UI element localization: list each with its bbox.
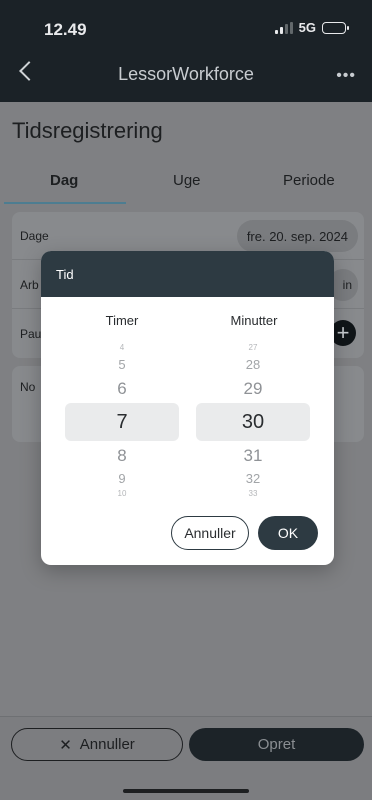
close-icon: ✕	[59, 736, 72, 754]
minute-option[interactable]: 27	[196, 343, 310, 352]
minute-option[interactable]: 32	[196, 471, 310, 486]
top-bar: 12.49 5G LessorWorkforce •••	[0, 0, 372, 102]
work-label: Arb	[20, 278, 39, 292]
minute-option[interactable]: 31	[196, 446, 310, 466]
more-options-icon[interactable]: •••	[336, 67, 356, 85]
days-label: Dage	[20, 229, 49, 243]
hour-option[interactable]: 9	[65, 471, 179, 486]
tab-bar: Dag Uge Periode	[0, 160, 372, 204]
create-button[interactable]: Opret	[189, 728, 364, 761]
hours-column-label: Timer	[105, 313, 139, 328]
signal-icon	[274, 21, 293, 34]
hour-option[interactable]: 10	[65, 489, 179, 498]
dialog-cancel-button[interactable]: Annuller	[171, 516, 249, 550]
app-title: LessorWorkforce	[118, 64, 254, 84]
hours-wheel[interactable]: 4 5 6 7 8 9 10	[65, 341, 179, 501]
minutes-wheel[interactable]: 27 28 29 30 31 32 33	[196, 341, 310, 501]
minute-option[interactable]: 28	[196, 357, 310, 372]
dialog-cancel-label: Annuller	[184, 525, 236, 541]
note-label: No	[20, 380, 36, 394]
hour-option[interactable]: 8	[65, 446, 179, 466]
network-label: 5G	[298, 20, 316, 35]
cancel-button[interactable]: ✕ Annuller	[11, 728, 183, 761]
selected-minute[interactable]: 30	[196, 411, 310, 434]
dialog-header: Tid	[41, 251, 334, 297]
dialog-ok-button[interactable]: OK	[258, 516, 318, 550]
minute-option[interactable]: 29	[196, 379, 310, 399]
page-title: Tidsregistrering	[12, 118, 163, 143]
battery-icon	[322, 21, 349, 34]
status-time: 12.49	[44, 20, 87, 39]
bottom-bar: ✕ Annuller Opret	[0, 716, 372, 800]
tab-uge[interactable]: Uge	[173, 172, 201, 189]
hour-option[interactable]: 5	[65, 357, 179, 372]
home-indicator	[123, 789, 249, 793]
tab-dag[interactable]: Dag	[50, 172, 78, 189]
minute-option[interactable]: 33	[196, 489, 310, 498]
minutes-column-label: Minutter	[230, 313, 278, 328]
active-tab-indicator	[4, 202, 126, 204]
hour-option[interactable]: 4	[65, 343, 179, 352]
hour-option[interactable]: 6	[65, 379, 179, 399]
dialog-ok-label: OK	[277, 525, 299, 541]
time-picker-dialog: Tid Timer Minutter 4 5 6 7 8 9 10 27 28 …	[41, 251, 334, 565]
create-button-label: Opret	[257, 736, 296, 753]
selected-hour[interactable]: 7	[65, 411, 179, 434]
cancel-button-label: Annuller	[79, 736, 135, 753]
pause-label: Pau	[20, 327, 42, 341]
date-picker[interactable]: fre. 20. sep. 2024	[236, 220, 358, 252]
dialog-title: Tid	[56, 267, 74, 282]
status-indicators: 5G	[274, 20, 349, 35]
tab-periode[interactable]: Periode	[283, 172, 335, 189]
